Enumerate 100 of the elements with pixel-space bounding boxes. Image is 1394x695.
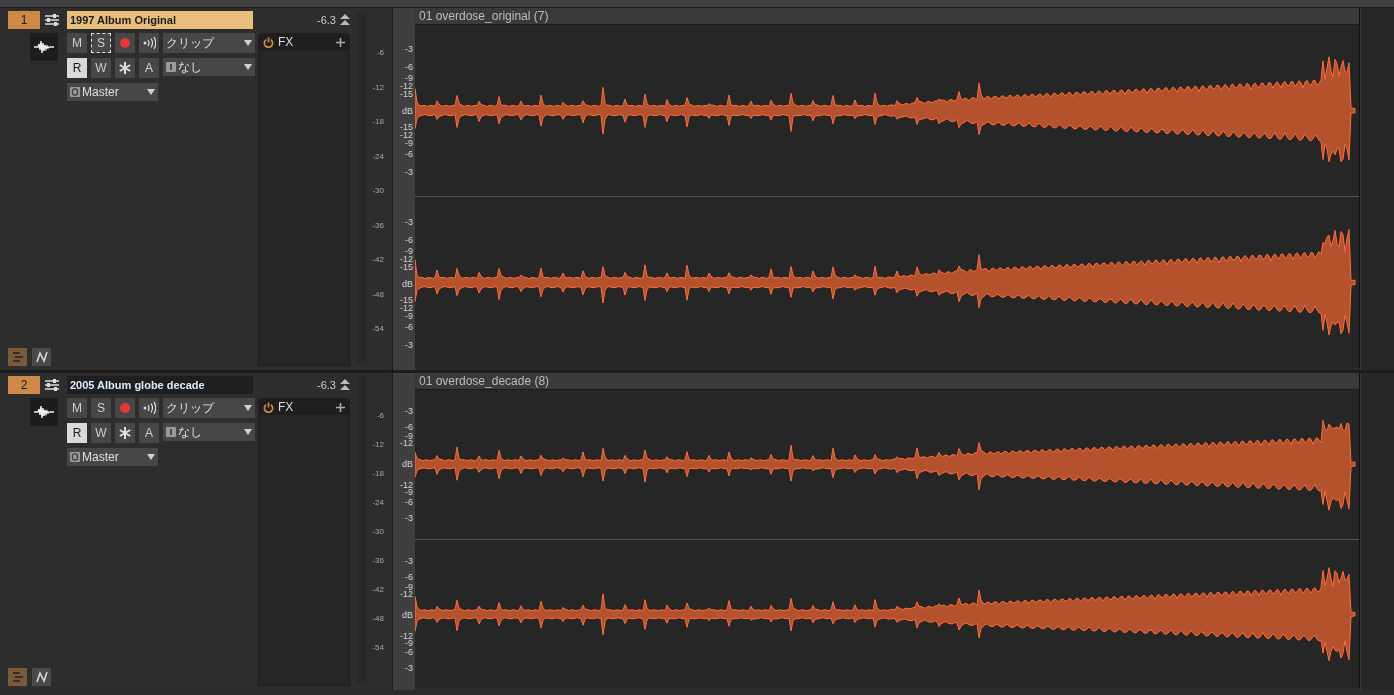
automation-lanes-button[interactable] — [32, 348, 51, 366]
output-tag-icon — [70, 87, 80, 97]
input-tag-icon — [166, 62, 176, 72]
db-scale-label: dB — [402, 459, 413, 469]
midi-input-dropdown[interactable]: なし — [163, 58, 255, 76]
double-up-arrow-icon — [340, 14, 350, 26]
caret-icon — [244, 40, 252, 46]
sliders-icon — [44, 13, 60, 27]
db-scale-label: -6 — [405, 647, 413, 657]
db-scale-label: dB — [402, 279, 413, 288]
mute-button[interactable]: M — [67, 398, 87, 418]
write-automation-button[interactable]: W — [91, 423, 111, 443]
mute-button[interactable]: M — [67, 33, 87, 53]
db-scale-label: -3 — [405, 44, 413, 54]
track-name-field[interactable]: 2005 Album globe decade — [67, 376, 253, 394]
db-scale-label: -12 — [400, 480, 413, 490]
db-scale-label: -3 — [405, 340, 413, 350]
track-number[interactable]: 1 — [8, 11, 40, 29]
meter-scale-label: -18 — [372, 116, 384, 126]
caret-icon — [147, 89, 155, 95]
db-scale-label: -9 — [405, 74, 413, 83]
db-scale-label: -6 — [405, 149, 413, 159]
write-automation-button[interactable]: W — [91, 58, 111, 78]
db-scale-label: -15 — [400, 295, 413, 305]
output-tag-icon — [70, 452, 80, 462]
clip-title: 01 overdose_original (7) — [415, 8, 1359, 25]
meter-scale-label: -48 — [372, 289, 384, 298]
fx-label: FX — [278, 400, 295, 414]
db-scale-label: -12 — [400, 81, 413, 91]
output-dropdown[interactable]: Master — [67, 83, 158, 101]
meter-scale-label: -42 — [372, 584, 384, 594]
track-name-field[interactable]: 1997 Album Original — [67, 11, 253, 29]
db-scale-label: -3 — [405, 406, 413, 416]
meter-scale-label: -36 — [372, 220, 384, 229]
asterisk-icon — [118, 61, 132, 75]
db-scale-label: -6 — [405, 62, 413, 72]
solo-button[interactable]: S — [91, 398, 111, 418]
input-echo-button[interactable] — [139, 33, 159, 53]
asterisk-button[interactable] — [115, 423, 135, 443]
envelope-line-icon — [35, 351, 48, 363]
clip-title: 01 overdose_decade (8) — [415, 373, 1359, 390]
input-echo-icon — [142, 401, 156, 415]
db-scale-label: -3 — [405, 167, 413, 177]
db-scale-label: -9 — [405, 582, 413, 592]
meter-scale-label: -48 — [372, 613, 384, 623]
db-scale-label: -6 — [405, 572, 413, 582]
output-dropdown[interactable]: Master — [67, 448, 158, 466]
volume-value: -6.3 — [317, 379, 336, 391]
db-scale-label: -9 — [405, 431, 413, 441]
db-scale-label: -3 — [405, 513, 413, 523]
power-icon — [263, 36, 274, 48]
asterisk-button[interactable] — [115, 58, 135, 78]
meter-scale-label: -24 — [372, 497, 384, 507]
db-scale-label: -6 — [405, 322, 413, 332]
db-scale-label: dB — [402, 106, 413, 115]
automation-button[interactable]: A — [139, 58, 159, 78]
db-scale-label: -9 — [405, 247, 413, 256]
db-scale-label: -12 — [400, 589, 413, 599]
db-scale-label: -6 — [405, 235, 413, 245]
automation-lanes-button[interactable] — [32, 668, 51, 686]
track-number[interactable]: 2 — [8, 376, 40, 394]
waveform-icon — [30, 33, 58, 61]
meter-scale-label: -18 — [372, 468, 384, 478]
db-scale-label: -12 — [400, 254, 413, 264]
db-scale-label: -9 — [405, 311, 413, 320]
solo-button[interactable]: S — [91, 33, 111, 53]
meter-scale-label: -24 — [372, 151, 384, 160]
caret-icon — [244, 64, 252, 70]
input-dropdown[interactable]: クリップ — [163, 33, 255, 53]
meter-scale-label: -12 — [372, 82, 384, 91]
midi-input-dropdown[interactable]: なし — [163, 423, 255, 441]
db-scale-label: -12 — [400, 303, 413, 313]
input-echo-icon — [142, 36, 156, 50]
input-echo-button[interactable] — [139, 398, 159, 418]
asterisk-icon — [118, 426, 132, 440]
automation-button[interactable]: A — [139, 423, 159, 443]
db-scale-label: -12 — [400, 438, 413, 448]
read-automation-button[interactable]: R — [67, 423, 87, 443]
caret-icon — [244, 429, 252, 435]
db-scale-label: -6 — [405, 422, 413, 432]
db-scale-label: -9 — [405, 487, 413, 497]
read-automation-button[interactable]: R — [67, 58, 87, 78]
db-scale-label: -15 — [400, 89, 413, 99]
db-scale-label: -3 — [405, 556, 413, 566]
plus-icon — [336, 37, 345, 47]
db-scale-label: -6 — [405, 497, 413, 507]
waveform-icon — [30, 398, 58, 426]
meter-scale-label: -54 — [372, 642, 384, 652]
plus-icon — [336, 402, 345, 412]
meter-scale-label: -54 — [372, 323, 384, 333]
meter-scale-label: -30 — [372, 526, 384, 536]
db-scale-label: -3 — [405, 217, 413, 227]
envelope-line-icon — [35, 671, 48, 683]
sliders-icon — [44, 378, 60, 392]
fx-label: FX — [278, 35, 295, 49]
meter-scale-label: -6 — [376, 410, 384, 420]
record-icon — [118, 401, 132, 415]
db-scale-label: dB — [402, 610, 413, 620]
db-scale-label: -9 — [405, 638, 413, 648]
input-dropdown[interactable]: クリップ — [163, 398, 255, 418]
